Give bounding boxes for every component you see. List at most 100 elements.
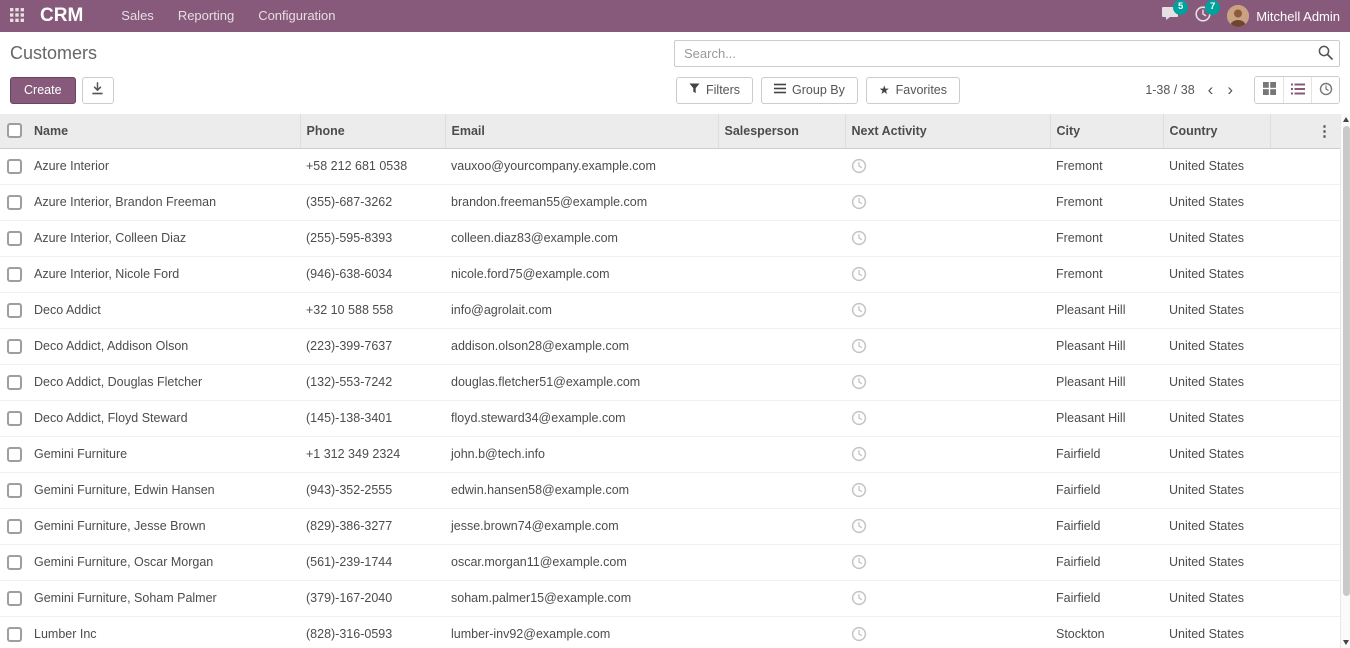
- row-checkbox[interactable]: [7, 411, 22, 426]
- row-checkbox[interactable]: [7, 159, 22, 174]
- next-activity-clock-icon[interactable]: [851, 410, 867, 424]
- table-row[interactable]: Azure Interior, Brandon Freeman (355)-68…: [0, 184, 1340, 220]
- table-row[interactable]: Deco Addict, Floyd Steward (145)-138-340…: [0, 400, 1340, 436]
- table-row[interactable]: Azure Interior, Colleen Diaz (255)-595-8…: [0, 220, 1340, 256]
- activities-button[interactable]: 7: [1195, 6, 1211, 27]
- filters-button[interactable]: Filters: [676, 77, 753, 104]
- cell-city: Fairfield: [1050, 508, 1163, 544]
- cell-country: United States: [1163, 580, 1270, 616]
- menu-reporting[interactable]: Reporting: [166, 0, 246, 32]
- cell-phone: (561)-239-1744: [300, 544, 445, 580]
- app-brand[interactable]: CRM: [40, 5, 83, 27]
- column-header-email[interactable]: Email: [445, 114, 718, 148]
- next-activity-clock-icon[interactable]: [851, 518, 867, 532]
- apps-menu-button[interactable]: [0, 0, 34, 32]
- cell-email: addison.olson28@example.com: [445, 328, 718, 364]
- cell-country: United States: [1163, 256, 1270, 292]
- export-button[interactable]: [82, 77, 114, 104]
- row-checkbox[interactable]: [7, 231, 22, 246]
- vertical-scrollbar[interactable]: [1340, 114, 1350, 648]
- group-by-button[interactable]: Group By: [761, 77, 858, 104]
- cell-next-activity: [845, 220, 1050, 256]
- cell-city: Fremont: [1050, 256, 1163, 292]
- activity-view-button[interactable]: [1311, 77, 1339, 103]
- row-checkbox[interactable]: [7, 303, 22, 318]
- search-box: [674, 40, 1340, 67]
- search-icon[interactable]: [1318, 45, 1333, 65]
- table-row[interactable]: Gemini Furniture +1 312 349 2324 john.b@…: [0, 436, 1340, 472]
- next-activity-clock-icon[interactable]: [851, 374, 867, 388]
- next-activity-clock-icon[interactable]: [851, 626, 867, 640]
- row-checkbox[interactable]: [7, 627, 22, 642]
- row-checkbox[interactable]: [7, 555, 22, 570]
- table-row[interactable]: Deco Addict, Douglas Fletcher (132)-553-…: [0, 364, 1340, 400]
- list-view-button[interactable]: [1283, 77, 1311, 103]
- table-row[interactable]: Gemini Furniture, Soham Palmer (379)-167…: [0, 580, 1340, 616]
- next-activity-clock-icon[interactable]: [851, 590, 867, 604]
- row-checkbox[interactable]: [7, 339, 22, 354]
- cell-email: soham.palmer15@example.com: [445, 580, 718, 616]
- table-row[interactable]: Gemini Furniture, Jesse Brown (829)-386-…: [0, 508, 1340, 544]
- row-checkbox[interactable]: [7, 267, 22, 282]
- next-activity-clock-icon[interactable]: [851, 482, 867, 496]
- next-activity-clock-icon[interactable]: [851, 302, 867, 316]
- column-header-next-activity[interactable]: Next Activity: [845, 114, 1050, 148]
- row-checkbox[interactable]: [7, 375, 22, 390]
- table-row[interactable]: Deco Addict, Addison Olson (223)-399-763…: [0, 328, 1340, 364]
- scroll-up-arrow[interactable]: [1343, 117, 1349, 122]
- select-all-checkbox[interactable]: [7, 123, 22, 138]
- pager-next-button[interactable]: ›: [1220, 80, 1240, 100]
- table-row[interactable]: Gemini Furniture, Oscar Morgan (561)-239…: [0, 544, 1340, 580]
- table-row[interactable]: Azure Interior +58 212 681 0538 vauxoo@y…: [0, 148, 1340, 184]
- row-checkbox[interactable]: [7, 447, 22, 462]
- menu-sales[interactable]: Sales: [109, 0, 166, 32]
- row-checkbox[interactable]: [7, 519, 22, 534]
- table-row[interactable]: Gemini Furniture, Edwin Hansen (943)-352…: [0, 472, 1340, 508]
- column-header-name[interactable]: Name: [28, 114, 300, 148]
- search-input[interactable]: [674, 40, 1340, 67]
- cell-name: Gemini Furniture, Edwin Hansen: [28, 472, 300, 508]
- scroll-down-arrow[interactable]: [1343, 640, 1349, 645]
- table-header-row: Name Phone Email Salesperson Next Activi…: [0, 114, 1340, 148]
- menu-configuration[interactable]: Configuration: [246, 0, 347, 32]
- cell-salesperson: [718, 400, 845, 436]
- column-header-phone[interactable]: Phone: [300, 114, 445, 148]
- pager-previous-button[interactable]: ‹: [1201, 80, 1221, 100]
- next-activity-clock-icon[interactable]: [851, 158, 867, 172]
- cell-next-activity: [845, 508, 1050, 544]
- table-row[interactable]: Azure Interior, Nicole Ford (946)-638-60…: [0, 256, 1340, 292]
- cell-phone: (943)-352-2555: [300, 472, 445, 508]
- cell-salesperson: [718, 472, 845, 508]
- row-checkbox[interactable]: [7, 195, 22, 210]
- cell-city: Pleasant Hill: [1050, 292, 1163, 328]
- optional-columns-toggle[interactable]: ⋮: [1317, 123, 1332, 140]
- next-activity-clock-icon[interactable]: [851, 266, 867, 280]
- row-checkbox[interactable]: [7, 483, 22, 498]
- next-activity-clock-icon[interactable]: [851, 446, 867, 460]
- cell-country: United States: [1163, 436, 1270, 472]
- pager-range: 1-38 / 38: [1145, 83, 1194, 97]
- table-row[interactable]: Deco Addict +32 10 588 558 info@agrolait…: [0, 292, 1340, 328]
- next-activity-clock-icon[interactable]: [851, 230, 867, 244]
- row-checkbox[interactable]: [7, 591, 22, 606]
- next-activity-clock-icon[interactable]: [851, 338, 867, 352]
- messages-button[interactable]: 5: [1162, 6, 1179, 26]
- favorites-button[interactable]: ★ Favorites: [866, 77, 960, 104]
- next-activity-clock-icon[interactable]: [851, 194, 867, 208]
- cell-next-activity: [845, 256, 1050, 292]
- create-button[interactable]: Create: [10, 77, 76, 104]
- column-header-city[interactable]: City: [1050, 114, 1163, 148]
- table-row[interactable]: Lumber Inc (828)-316-0593 lumber-inv92@e…: [0, 616, 1340, 648]
- column-header-country[interactable]: Country: [1163, 114, 1270, 148]
- cell-country: United States: [1163, 508, 1270, 544]
- cell-email: colleen.diaz83@example.com: [445, 220, 718, 256]
- scrollbar-thumb[interactable]: [1343, 126, 1350, 596]
- cell-next-activity: [845, 292, 1050, 328]
- column-header-salesperson[interactable]: Salesperson: [718, 114, 845, 148]
- cell-email: jesse.brown74@example.com: [445, 508, 718, 544]
- next-activity-clock-icon[interactable]: [851, 554, 867, 568]
- main-menu: Sales Reporting Configuration: [109, 0, 347, 32]
- cell-name: Gemini Furniture, Jesse Brown: [28, 508, 300, 544]
- user-menu[interactable]: Mitchell Admin: [1227, 5, 1340, 27]
- kanban-view-button[interactable]: [1255, 77, 1283, 103]
